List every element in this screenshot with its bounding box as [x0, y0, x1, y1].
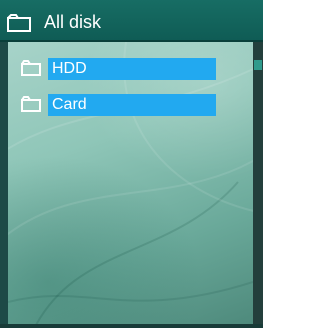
scrollbar[interactable] — [253, 42, 263, 324]
page-title: All disk — [44, 12, 102, 32]
folder-icon — [21, 96, 41, 112]
list-item-card[interactable]: Card — [18, 92, 216, 116]
list-item-label: HDD — [52, 60, 87, 77]
file-list-panel: HDD Card — [8, 42, 253, 324]
list-item-selection: Card — [48, 94, 216, 116]
list-item-hdd[interactable]: HDD — [18, 56, 216, 80]
list-item-selection: HDD — [48, 58, 216, 80]
bottom-border — [0, 324, 263, 328]
background-pattern — [8, 42, 253, 324]
title-bar: All disk — [0, 0, 263, 42]
folder-icon — [7, 14, 31, 32]
folder-icon — [21, 60, 41, 76]
list-item-label: Card — [52, 96, 87, 113]
file-browser-window: All disk HDD Card — [0, 0, 263, 328]
scrollbar-thumb[interactable] — [254, 60, 262, 70]
